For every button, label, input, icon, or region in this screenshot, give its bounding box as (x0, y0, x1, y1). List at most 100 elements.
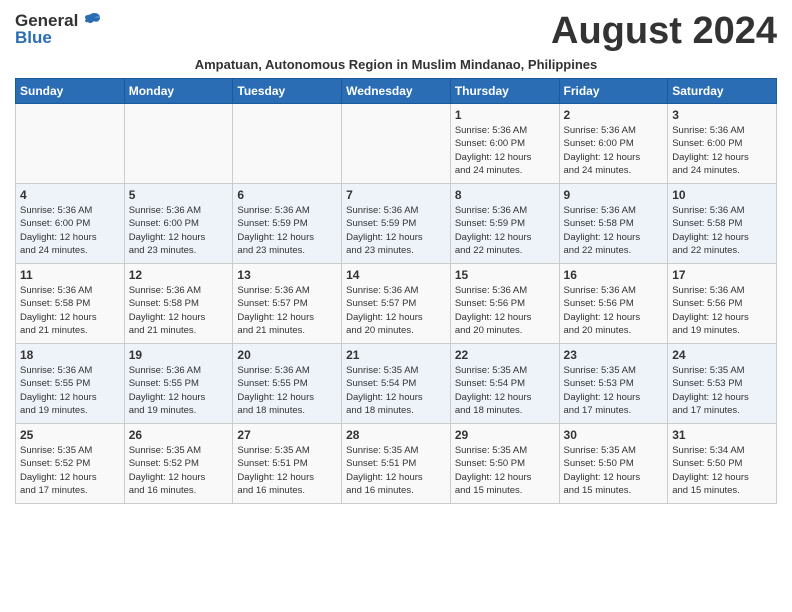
day-cell: 15Sunrise: 5:36 AM Sunset: 5:56 PM Dayli… (450, 264, 559, 344)
day-info: Sunrise: 5:36 AM Sunset: 5:56 PM Dayligh… (564, 284, 664, 337)
day-info: Sunrise: 5:36 AM Sunset: 5:58 PM Dayligh… (672, 204, 772, 257)
day-cell: 13 Sunrise: 5:36 AM Sunset: 5:57 PM Dayli… (233, 264, 342, 344)
day-info: Sunrise: 5:35 AM Sunset: 5:54 PM Dayligh… (346, 364, 446, 417)
day-number: 17 (672, 268, 772, 282)
day-info: Sunrise: 5:36 AM Sunset: 5:58 PM Dayligh… (20, 284, 120, 337)
day-cell: 4Sunrise: 5:36 AM Sunset: 6:00 PM Daylig… (16, 184, 125, 264)
day-number: 7 (346, 188, 446, 202)
day-number: 12 (129, 268, 229, 282)
col-header-friday: Friday (559, 79, 668, 104)
day-number: 30 (564, 428, 664, 442)
day-cell: 27 Sunrise: 5:35 AM Sunset: 5:51 PM Dayli… (233, 424, 342, 504)
day-cell: 16Sunrise: 5:36 AM Sunset: 5:56 PM Dayli… (559, 264, 668, 344)
header: General Blue August 2024 (15, 10, 777, 53)
day-info: Sunrise: 5:35 AM Sunset: 5:50 PM Dayligh… (455, 444, 555, 497)
col-header-thursday: Thursday (450, 79, 559, 104)
logo: General Blue (15, 10, 102, 48)
day-cell: 2Sunrise: 5:36 AM Sunset: 6:00 PM Daylig… (559, 104, 668, 184)
day-number: 27 (237, 428, 337, 442)
day-number: 21 (346, 348, 446, 362)
day-cell: 22 Sunrise: 5:35 AM Sunset: 5:54 PM Dayli… (450, 344, 559, 424)
col-header-wednesday: Wednesday (342, 79, 451, 104)
day-info: Sunrise: 5:36 AM Sunset: 5:57 PM Dayligh… (346, 284, 446, 337)
day-info: Sunrise: 5:36 AM Sunset: 6:00 PM Dayligh… (129, 204, 229, 257)
day-number: 2 (564, 108, 664, 122)
day-number: 15 (455, 268, 555, 282)
day-number: 25 (20, 428, 120, 442)
day-cell: 30Sunrise: 5:35 AM Sunset: 5:50 PM Dayli… (559, 424, 668, 504)
day-info: Sunrise: 5:36 AM Sunset: 5:59 PM Dayligh… (237, 204, 337, 257)
day-number: 29 (455, 428, 555, 442)
day-number: 18 (20, 348, 120, 362)
day-info: Sunrise: 5:36 AM Sunset: 5:56 PM Dayligh… (672, 284, 772, 337)
day-number: 22 (455, 348, 555, 362)
day-number: 3 (672, 108, 772, 122)
day-cell: 8 Sunrise: 5:36 AM Sunset: 5:59 PM Daylig… (450, 184, 559, 264)
day-cell: 21 Sunrise: 5:35 AM Sunset: 5:54 PM Dayli… (342, 344, 451, 424)
day-cell: 19 Sunrise: 5:36 AM Sunset: 5:55 PM Dayli… (124, 344, 233, 424)
day-number: 10 (672, 188, 772, 202)
day-cell: 9 Sunrise: 5:36 AM Sunset: 5:58 PM Daylig… (559, 184, 668, 264)
day-cell: 7 Sunrise: 5:36 AM Sunset: 5:59 PM Daylig… (342, 184, 451, 264)
day-cell: 26Sunrise: 5:35 AM Sunset: 5:52 PM Dayli… (124, 424, 233, 504)
day-info: Sunrise: 5:35 AM Sunset: 5:52 PM Dayligh… (129, 444, 229, 497)
day-number: 11 (20, 268, 120, 282)
day-number: 14 (346, 268, 446, 282)
day-info: Sunrise: 5:36 AM Sunset: 5:59 PM Dayligh… (455, 204, 555, 257)
day-cell: 12 Sunrise: 5:36 AM Sunset: 5:58 PM Dayli… (124, 264, 233, 344)
week-row-2: 4Sunrise: 5:36 AM Sunset: 6:00 PM Daylig… (16, 184, 777, 264)
day-number: 24 (672, 348, 772, 362)
day-cell: 24 Sunrise: 5:35 AM Sunset: 5:53 PM Dayli… (668, 344, 777, 424)
day-info: Sunrise: 5:35 AM Sunset: 5:54 PM Dayligh… (455, 364, 555, 417)
col-header-sunday: Sunday (16, 79, 125, 104)
day-number: 13 (237, 268, 337, 282)
week-row-3: 11 Sunrise: 5:36 AM Sunset: 5:58 PM Dayli… (16, 264, 777, 344)
day-number: 19 (129, 348, 229, 362)
day-info: Sunrise: 5:35 AM Sunset: 5:52 PM Dayligh… (20, 444, 120, 497)
calendar-subtitle: Ampatuan, Autonomous Region in Muslim Mi… (15, 57, 777, 72)
day-cell (342, 104, 451, 184)
logo-bird-icon (80, 10, 102, 32)
day-cell: 1 Sunrise: 5:36 AM Sunset: 6:00 PM Daylig… (450, 104, 559, 184)
day-info: Sunrise: 5:36 AM Sunset: 5:58 PM Dayligh… (129, 284, 229, 337)
day-cell: 11 Sunrise: 5:36 AM Sunset: 5:58 PM Dayli… (16, 264, 125, 344)
day-number: 28 (346, 428, 446, 442)
day-number: 1 (455, 108, 555, 122)
day-cell (16, 104, 125, 184)
days-header-row: SundayMondayTuesdayWednesdayThursdayFrid… (16, 79, 777, 104)
day-number: 31 (672, 428, 772, 442)
day-cell: 14 Sunrise: 5:36 AM Sunset: 5:57 PM Dayli… (342, 264, 451, 344)
day-info: Sunrise: 5:35 AM Sunset: 5:53 PM Dayligh… (672, 364, 772, 417)
day-cell: 17 Sunrise: 5:36 AM Sunset: 5:56 PM Dayli… (668, 264, 777, 344)
col-header-tuesday: Tuesday (233, 79, 342, 104)
day-number: 6 (237, 188, 337, 202)
day-number: 5 (129, 188, 229, 202)
day-cell: 5 Sunrise: 5:36 AM Sunset: 6:00 PM Daylig… (124, 184, 233, 264)
day-cell: 6 Sunrise: 5:36 AM Sunset: 5:59 PM Daylig… (233, 184, 342, 264)
day-info: Sunrise: 5:36 AM Sunset: 6:00 PM Dayligh… (455, 124, 555, 177)
day-info: Sunrise: 5:36 AM Sunset: 5:55 PM Dayligh… (20, 364, 120, 417)
week-row-1: 1 Sunrise: 5:36 AM Sunset: 6:00 PM Daylig… (16, 104, 777, 184)
day-info: Sunrise: 5:36 AM Sunset: 5:58 PM Dayligh… (564, 204, 664, 257)
day-cell: 20 Sunrise: 5:36 AM Sunset: 5:55 PM Dayli… (233, 344, 342, 424)
day-number: 9 (564, 188, 664, 202)
day-cell: 31 Sunrise: 5:34 AM Sunset: 5:50 PM Dayli… (668, 424, 777, 504)
day-info: Sunrise: 5:36 AM Sunset: 5:57 PM Dayligh… (237, 284, 337, 337)
day-info: Sunrise: 5:36 AM Sunset: 5:55 PM Dayligh… (237, 364, 337, 417)
calendar-table: SundayMondayTuesdayWednesdayThursdayFrid… (15, 78, 777, 504)
week-row-5: 25 Sunrise: 5:35 AM Sunset: 5:52 PM Dayli… (16, 424, 777, 504)
day-cell: 10 Sunrise: 5:36 AM Sunset: 5:58 PM Dayli… (668, 184, 777, 264)
day-cell: 18 Sunrise: 5:36 AM Sunset: 5:55 PM Dayli… (16, 344, 125, 424)
day-info: Sunrise: 5:36 AM Sunset: 5:55 PM Dayligh… (129, 364, 229, 417)
day-number: 8 (455, 188, 555, 202)
day-info: Sunrise: 5:35 AM Sunset: 5:51 PM Dayligh… (237, 444, 337, 497)
day-number: 23 (564, 348, 664, 362)
day-info: Sunrise: 5:35 AM Sunset: 5:53 PM Dayligh… (564, 364, 664, 417)
day-info: Sunrise: 5:34 AM Sunset: 5:50 PM Dayligh… (672, 444, 772, 497)
logo-blue-text: Blue (15, 28, 52, 48)
day-cell: 25 Sunrise: 5:35 AM Sunset: 5:52 PM Dayli… (16, 424, 125, 504)
day-info: Sunrise: 5:36 AM Sunset: 5:59 PM Dayligh… (346, 204, 446, 257)
day-cell: 3Sunrise: 5:36 AM Sunset: 6:00 PM Daylig… (668, 104, 777, 184)
day-number: 20 (237, 348, 337, 362)
day-cell (233, 104, 342, 184)
